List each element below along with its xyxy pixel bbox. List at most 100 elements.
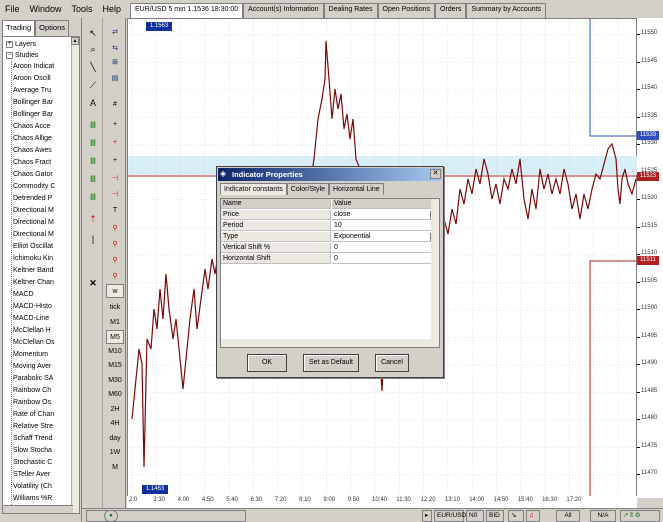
tree-item-study[interactable]: MACD-Histo — [13, 301, 52, 312]
marker-icon[interactable]: ⚲ — [106, 238, 124, 252]
tools-icon[interactable]: ↗ ⫴ ⚙ — [620, 510, 660, 522]
tree-item-study[interactable]: Rainbow Os — [13, 397, 51, 408]
tree-item-study[interactable]: STeller Aver — [13, 469, 50, 480]
buy-marker-icon[interactable]: + — [106, 136, 124, 150]
tree-item-study[interactable]: Moving Aver — [13, 361, 51, 372]
tab-account-information[interactable]: Account(s) Information — [243, 3, 324, 18]
tree-item-study[interactable]: Aroon Oscill — [13, 73, 51, 84]
mouse-icon[interactable]: ↘ — [508, 510, 524, 522]
menu-window[interactable]: Window — [25, 4, 67, 14]
tab-options[interactable]: Options — [35, 20, 70, 36]
tree-item-study[interactable]: Chaos Gator — [13, 169, 53, 180]
tree-horizontal-scrollbar[interactable] — [3, 505, 73, 513]
timeframe-m[interactable]: M — [106, 461, 124, 475]
tree-item-study[interactable]: Commodity C — [13, 181, 55, 192]
text-cursor-icon[interactable]: T — [106, 204, 124, 218]
tree-item-study[interactable]: Bollinger Bar — [13, 109, 53, 120]
period-field[interactable]: 10 — [332, 221, 439, 231]
tree-item-study[interactable]: Elliot Oscillat — [13, 241, 53, 252]
tree-item-study[interactable]: Ichimoku Kin — [13, 253, 53, 264]
tab-dealing-rates[interactable]: Dealing Rates — [323, 3, 378, 18]
grid-row-horizontal-shift[interactable]: Horizontal Shift 0 — [221, 254, 439, 264]
tab-indicator-constants[interactable]: Indicator constants — [220, 183, 287, 195]
timeframe-m5[interactable]: M5 — [106, 330, 124, 344]
fibonacci-icon[interactable]: Ⅲ — [85, 118, 101, 132]
tree-item-study[interactable]: Slow Stocha — [13, 445, 52, 456]
tree-item-study[interactable]: McClellan H — [13, 325, 51, 336]
cursor-icon[interactable]: ↖ — [85, 26, 101, 40]
buy-icon[interactable]: ⇡ — [85, 212, 101, 226]
wave-icon[interactable]: w — [106, 284, 124, 298]
timeframe-m30[interactable]: M30 — [106, 374, 124, 388]
tree-item-study[interactable]: Momentum — [13, 349, 48, 360]
tree-item-study[interactable]: Aroon Indicat — [13, 61, 54, 72]
crosshair-icon[interactable]: + — [106, 118, 124, 132]
tree-item-study[interactable]: Keltner Chan — [13, 277, 54, 288]
alert-bell-icon[interactable]: ♫ — [526, 510, 540, 522]
alert-icon[interactable]: ⚲ — [106, 222, 124, 236]
tree-item-study[interactable]: MACD-Line — [13, 313, 49, 324]
timeframe-1w[interactable]: 1W — [106, 446, 124, 460]
tree-node-studies[interactable]: − Studies — [6, 50, 38, 61]
menu-help[interactable]: Help — [98, 4, 127, 14]
scroll-chart-icon[interactable]: ⇆ — [106, 42, 124, 56]
zoom-icon[interactable]: ⌕ — [85, 42, 101, 56]
cancel-button[interactable]: Cancel — [375, 354, 409, 372]
grid-row-vertical-shift[interactable]: Vertical Shift % 0 — [221, 243, 439, 253]
fib-time-icon[interactable]: Ⅲ — [85, 172, 101, 186]
limit-icon[interactable]: ⚲ — [106, 270, 124, 284]
menu-tools[interactable]: Tools — [67, 4, 98, 14]
fib-arc-icon[interactable]: Ⅲ — [85, 154, 101, 168]
timeframe-tick[interactable]: tick — [106, 301, 124, 315]
price-marker-icon[interactable]: + — [106, 154, 124, 168]
horizontal-shift-field[interactable]: 0 — [332, 254, 439, 264]
timeframe-m10[interactable]: M10 — [106, 345, 124, 359]
menu-file[interactable]: File — [0, 4, 25, 14]
tab-orders[interactable]: Orders — [435, 3, 467, 18]
vertical-shift-field[interactable]: 0 — [332, 243, 439, 253]
tree-vertical-scrollbar[interactable]: ▲ — [71, 37, 79, 513]
sell-line-icon[interactable]: ⊣ — [106, 188, 124, 202]
expand-icon[interactable]: + — [6, 40, 13, 48]
tree-item-study[interactable]: Chaos Acce — [13, 121, 50, 132]
tab-chart-eurusd[interactable]: EUR/USD 5 min 1.1536 18:30:00 — [130, 3, 244, 18]
tree-item-study[interactable]: Average Tru — [13, 85, 51, 96]
tree-item-study[interactable]: Chaos Fract — [13, 157, 51, 168]
delete-icon[interactable]: ✕ — [85, 276, 101, 290]
window-icon[interactable]: ▤ — [106, 72, 124, 86]
scroll-right-icon[interactable]: ▸ — [422, 510, 432, 522]
chart-settings-icon[interactable]: ⇄ — [106, 26, 124, 40]
tree-item-study[interactable]: Directional M — [13, 229, 54, 240]
tree-node-layers[interactable]: + Layers — [6, 39, 36, 50]
tab-horizontal-line[interactable]: Horizontal Line — [329, 183, 384, 195]
tree-item-study[interactable]: Parabolic SA — [13, 373, 53, 384]
studies-tree[interactable]: + Layers − Studies Aroon Indicat Aroon Osci… — [2, 36, 80, 514]
type-select[interactable]: Exponential▼ — [332, 232, 439, 242]
scroll-up-icon[interactable]: ▲ — [71, 37, 79, 45]
set-as-default-button[interactable]: Set as Default — [303, 354, 359, 372]
tree-item-study[interactable]: Volatility (Ch — [13, 481, 52, 492]
tab-trading[interactable]: Trading — [2, 20, 36, 36]
vertical-line-icon[interactable]: | — [85, 232, 101, 246]
channel-icon[interactable]: Ⅲ — [85, 190, 101, 204]
tree-item-study[interactable]: Stochastic C — [13, 457, 52, 468]
close-icon[interactable]: ✕ — [430, 169, 441, 179]
collapse-icon[interactable]: − — [6, 51, 13, 59]
text-tool-icon[interactable]: A — [85, 96, 101, 110]
tree-item-study[interactable]: Schaff Trend — [13, 433, 53, 444]
trendline-icon[interactable]: ⟋ — [85, 78, 101, 92]
horizontal-line-icon[interactable]: ⊣ — [106, 172, 124, 186]
tree-item-study[interactable]: Directional M — [13, 217, 54, 228]
timeframe-m1[interactable]: M1 — [106, 316, 124, 330]
symbol-selector[interactable]: EUR/USD — [434, 510, 466, 522]
tab-open-positions[interactable]: Open Positions — [377, 3, 435, 18]
grid-vertical-scrollbar[interactable] — [431, 199, 439, 347]
tree-item-study[interactable]: Rainbow Ch — [13, 385, 51, 396]
stop-icon[interactable]: ⚲ — [106, 254, 124, 268]
tree-item-study[interactable]: Detrended P — [13, 193, 52, 204]
price-type-selector[interactable]: BID — [486, 510, 504, 522]
timeframe-2h[interactable]: 2H — [106, 403, 124, 417]
tree-item-study[interactable]: Keltner Band — [13, 265, 53, 276]
tree-item-study[interactable]: Relative Stre — [13, 421, 53, 432]
tree-item-study[interactable]: MACD — [13, 289, 34, 300]
